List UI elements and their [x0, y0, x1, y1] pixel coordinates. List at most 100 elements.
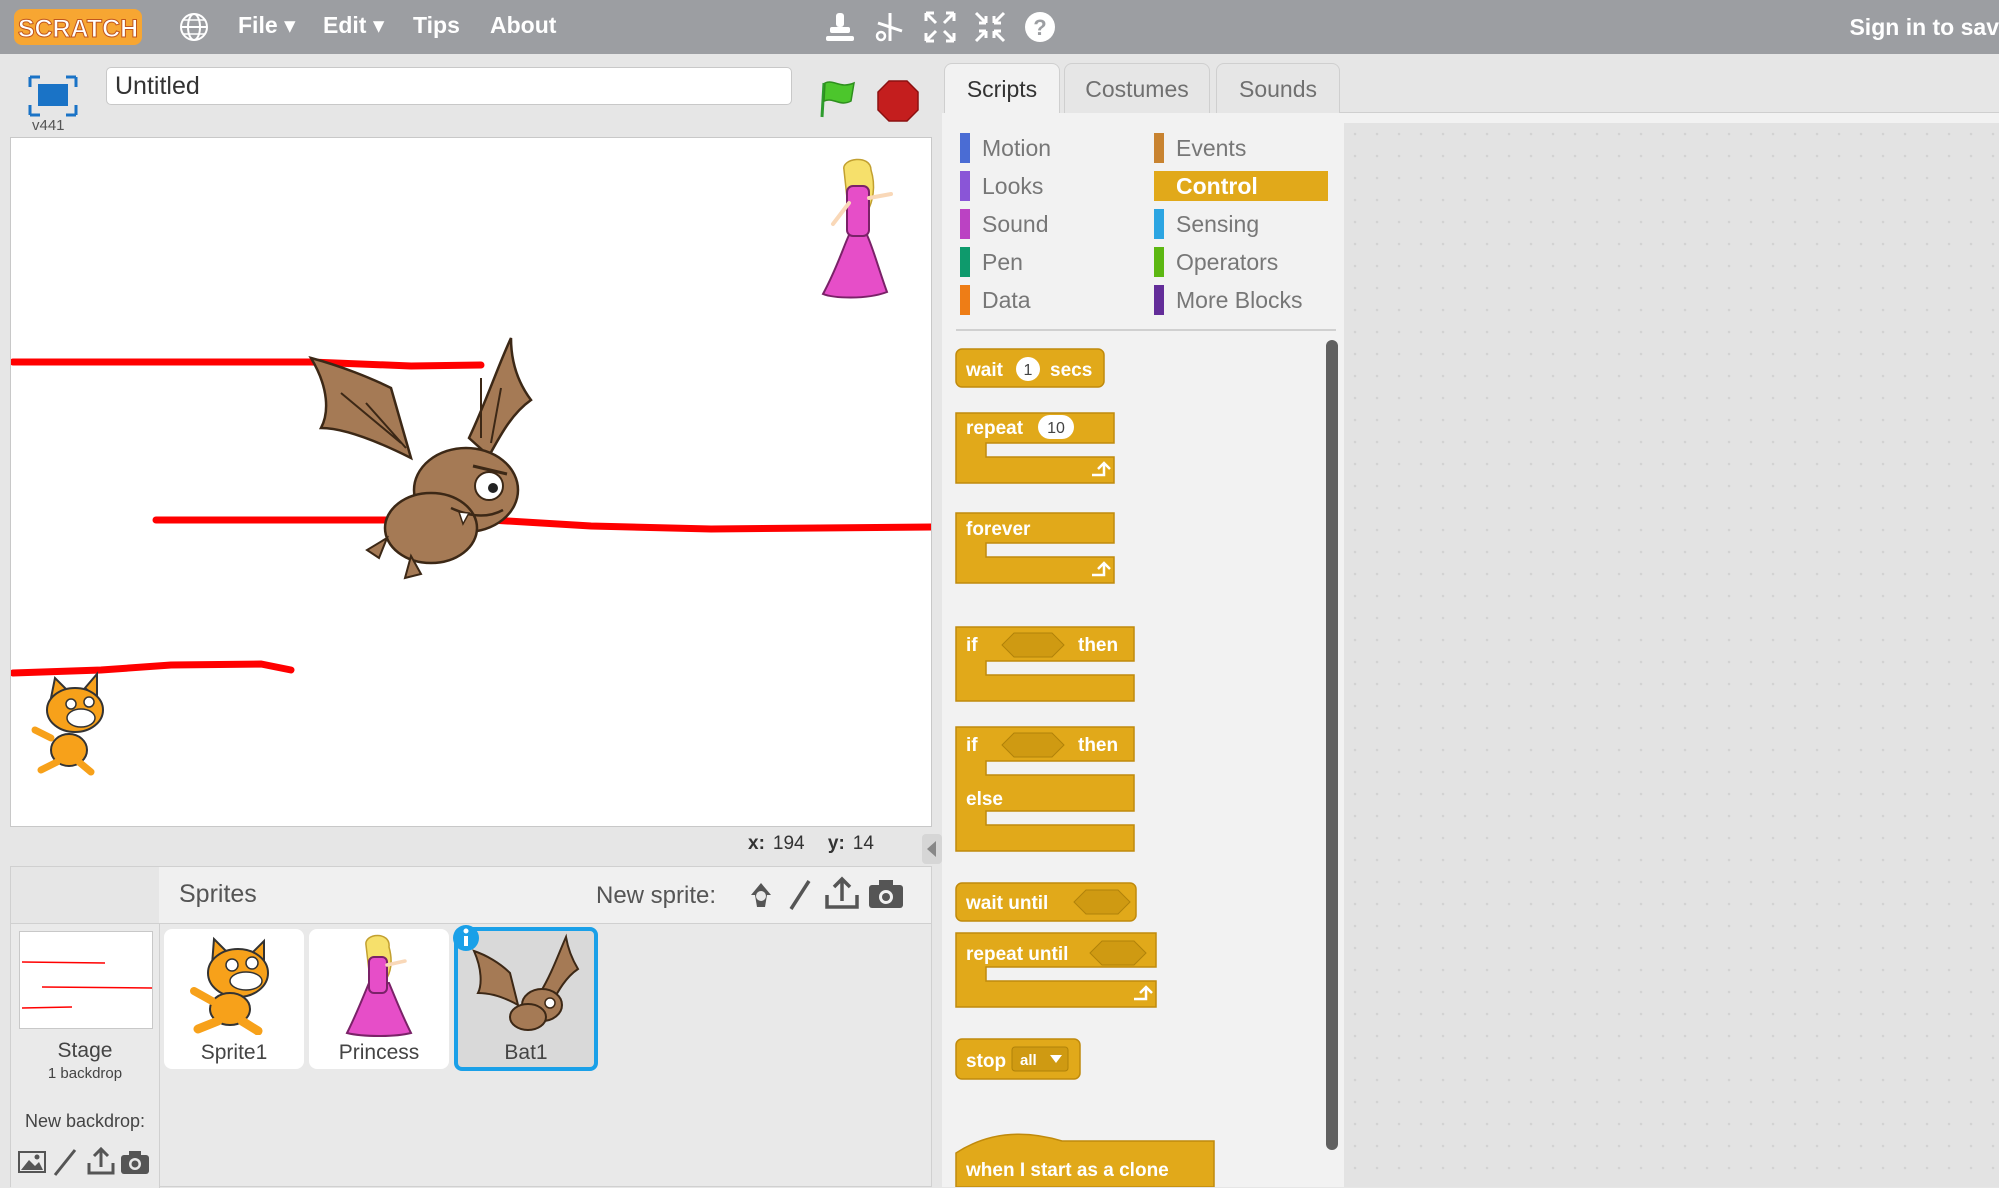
control-blocks: wait 1 secs repeat 10 forever if then if…: [955, 348, 1215, 1187]
svg-text:wait: wait: [965, 360, 1004, 381]
new-sprite-label: New sprite:: [596, 882, 717, 909]
tab-scripts[interactable]: Scripts: [944, 63, 1060, 113]
forever-block[interactable]: forever: [955, 512, 1115, 584]
backdrop-library-icon[interactable]: [17, 1147, 47, 1177]
category-pen[interactable]: Pen: [960, 247, 1140, 277]
scripts-area[interactable]: [1344, 123, 1999, 1187]
stage-label: Stage: [57, 1039, 113, 1062]
if-then-else-block[interactable]: if then else: [955, 726, 1135, 852]
repeat-until-block[interactable]: repeat until: [955, 932, 1157, 1008]
category-swatch: [1154, 209, 1164, 239]
sprite-name: Princess: [338, 1041, 420, 1064]
category-looks[interactable]: Looks: [960, 171, 1140, 201]
scratch-logo[interactable]: SCRATCH: [14, 7, 142, 47]
project-title-input[interactable]: [106, 67, 792, 105]
tips-menu[interactable]: Tips: [413, 12, 460, 39]
sprite-library-icon[interactable]: [743, 877, 779, 913]
info-icon[interactable]: [451, 923, 481, 953]
shrink-icon[interactable]: [972, 9, 1008, 45]
princess-thumbnail: [345, 934, 413, 1037]
stop-block[interactable]: stop all: [955, 1038, 1081, 1080]
sprite-tile-sprite1[interactable]: Sprite1: [164, 929, 304, 1069]
category-motion[interactable]: Motion: [960, 133, 1140, 163]
paint-sprite-icon[interactable]: [785, 877, 815, 913]
file-menu[interactable]: File ▾: [238, 12, 296, 39]
new-backdrop-label: New backdrop:: [24, 1111, 146, 1131]
svg-text:SCRATCH: SCRATCH: [18, 15, 138, 43]
category-events[interactable]: Events: [1154, 133, 1334, 163]
x-label: x:: [748, 833, 765, 854]
repeat-block[interactable]: repeat 10: [955, 412, 1115, 484]
princess-sprite[interactable]: [821, 158, 893, 299]
about-menu[interactable]: About: [490, 12, 556, 39]
stage-drawing: [11, 158, 931, 776]
category-control[interactable]: Control: [1154, 171, 1328, 201]
svg-text:wait until: wait until: [965, 893, 1048, 914]
tab-sounds[interactable]: Sounds: [1216, 63, 1340, 113]
sprites-title: Sprites: [179, 880, 257, 908]
palette-scrollbar[interactable]: [1326, 340, 1338, 1150]
category-swatch: [960, 133, 970, 163]
menu-bar: SCRATCH File ▾ Edit ▾ Tips About ? Sign …: [0, 0, 1999, 54]
svg-text:repeat: repeat: [966, 418, 1024, 439]
duplicate-stamp-icon[interactable]: [822, 9, 858, 45]
help-icon[interactable]: ?: [1022, 9, 1058, 45]
tab-costumes[interactable]: Costumes: [1064, 63, 1210, 113]
backdrop-count: 1 backdrop: [47, 1065, 123, 1082]
stage-column: Stage 1 backdrop New backdrop:: [11, 867, 160, 1188]
upload-backdrop-icon[interactable]: [85, 1145, 117, 1177]
category-more-blocks[interactable]: More Blocks: [1154, 285, 1334, 315]
svg-text:forever: forever: [966, 519, 1031, 540]
cut-scissors-icon[interactable]: [872, 9, 908, 45]
sprite-name: Sprite1: [200, 1041, 268, 1064]
svg-text:else: else: [966, 789, 1003, 810]
camera-backdrop-icon[interactable]: [119, 1147, 151, 1177]
svg-text:if: if: [966, 735, 978, 756]
mouse-coordinates: x: 194 y: 14: [748, 833, 874, 855]
paint-backdrop-icon[interactable]: [51, 1147, 81, 1177]
category-sensing[interactable]: Sensing: [1154, 209, 1334, 239]
grow-icon[interactable]: [922, 9, 958, 45]
bat-sprite[interactable]: [308, 337, 533, 580]
upload-sprite-icon[interactable]: [823, 875, 861, 913]
category-sound[interactable]: Sound: [960, 209, 1140, 239]
stage-thumbnail[interactable]: [19, 931, 153, 1029]
y-value: 14: [852, 833, 874, 854]
svg-text:if: if: [966, 635, 978, 656]
stop-sign-icon[interactable]: [876, 79, 920, 123]
pen-line-middle: [152, 516, 931, 533]
if-then-block[interactable]: if then: [955, 626, 1135, 702]
sprite-name: Bat1: [504, 1041, 548, 1064]
category-swatch: [1154, 285, 1164, 315]
green-flag-icon[interactable]: [816, 77, 860, 121]
category-operators[interactable]: Operators: [1154, 247, 1334, 277]
stage-canvas[interactable]: [10, 137, 932, 827]
category-swatch: [1154, 133, 1164, 163]
svg-text:then: then: [1078, 735, 1118, 756]
category-swatch: [960, 171, 970, 201]
sprite-tile-princess[interactable]: Princess: [309, 929, 449, 1069]
category-swatch: [1154, 171, 1164, 201]
category-swatch: [960, 285, 970, 315]
block-palette: Motion Looks Sound Pen Data Events Contr…: [942, 113, 1344, 1187]
collapse-stage-arrow-icon[interactable]: [922, 834, 942, 864]
sprites-header: Sprites New sprite:: [159, 867, 931, 924]
wait-secs-block[interactable]: wait 1 secs: [955, 348, 1105, 388]
cat-sprite[interactable]: [31, 671, 104, 776]
presentation-mode-icon[interactable]: [28, 75, 78, 117]
svg-text:all: all: [1020, 1052, 1037, 1069]
sign-in-link[interactable]: Sign in to sav: [1849, 14, 1999, 41]
pen-line-bottom: [11, 660, 295, 677]
svg-text:then: then: [1078, 635, 1118, 656]
stage-header: v441: [10, 63, 932, 137]
globe-icon[interactable]: [176, 9, 212, 45]
sprite1-thumbnail: [190, 936, 269, 1035]
category-data[interactable]: Data: [960, 285, 1140, 315]
sprite-pane: Stage 1 backdrop New backdrop: Sprites N…: [10, 866, 932, 1188]
edit-menu[interactable]: Edit ▾: [323, 12, 384, 39]
camera-sprite-icon[interactable]: [867, 877, 905, 911]
svg-text:stop: stop: [966, 1051, 1006, 1072]
x-value: 194: [772, 833, 805, 854]
clone-hat-block[interactable]: when I start as a clone: [955, 1133, 1215, 1187]
wait-until-block[interactable]: wait until: [955, 882, 1137, 922]
